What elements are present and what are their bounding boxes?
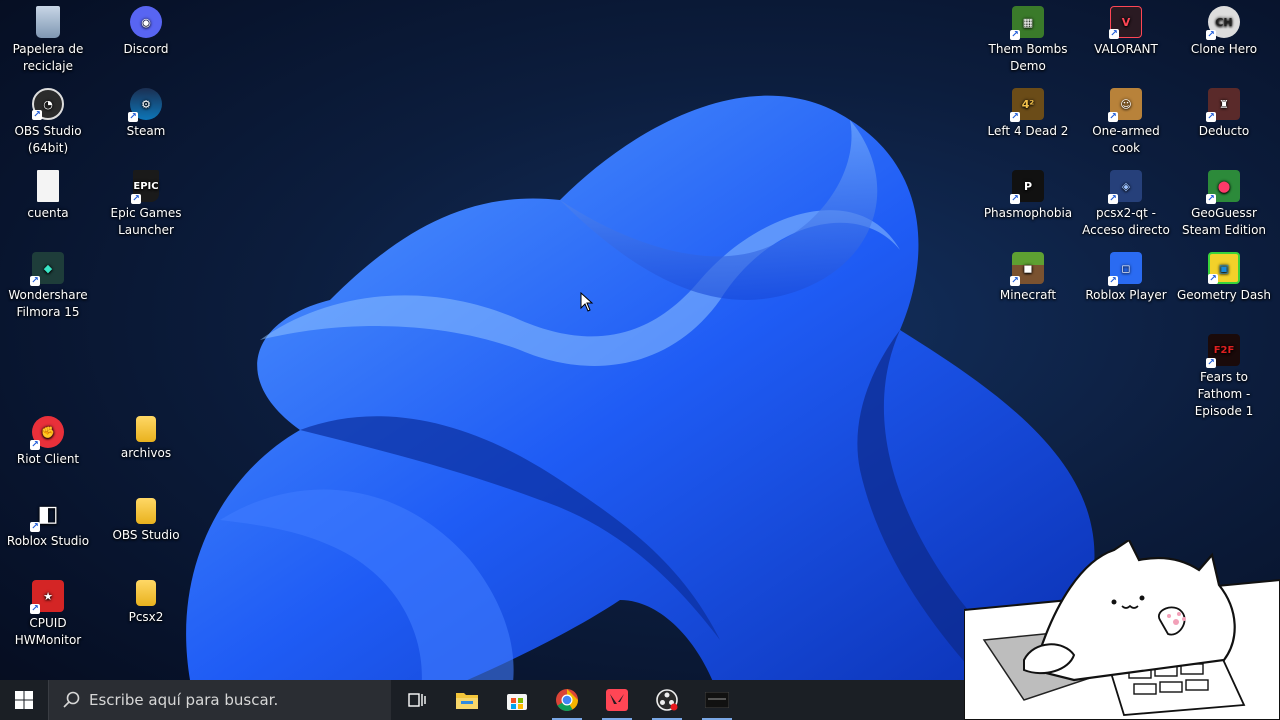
roblox-player-icon: ◻ ↗ [1108,252,1142,286]
desktop-icon-cuenta[interactable]: cuenta [0,166,96,222]
icon-label: Roblox Player [1085,288,1167,302]
valorant-icon [606,689,628,711]
taskbar-valorant[interactable] [592,680,642,720]
text-file-icon [37,170,59,202]
taskbar-file-explorer[interactable] [442,680,492,720]
taskbar-microsoft-store[interactable] [492,680,542,720]
desktop-icon-them-bombs[interactable]: ▦ ↗ Them Bombs Demo [980,2,1076,75]
fears-to-fathom-icon: F2F ↗ [1206,334,1240,368]
icon-label: pcsx2-qt - Acceso directo [1082,206,1170,237]
taskbar-chrome[interactable] [542,680,592,720]
bongo-cat-overlay [964,540,1280,720]
discord-icon: ◉ [130,6,162,38]
folder-icon [136,498,156,524]
icon-label: OBS Studio [112,528,180,542]
mouse-cursor-icon [580,292,594,312]
desktop-icon-riot-client[interactable]: ✊ ↗ Riot Client [0,412,96,468]
icon-label: Discord [123,42,169,56]
desktop-icon-recycle-bin[interactable]: Papelera de reciclaje [0,2,96,75]
desktop-icon-roblox-player[interactable]: ◻ ↗ Roblox Player [1078,248,1174,304]
desktop-icon-geometry-dash[interactable]: ▣ ↗ Geometry Dash [1176,248,1272,304]
desktop-icon-pcsx2[interactable]: ◈ ↗ pcsx2-qt - Acceso directo [1078,166,1174,239]
them-bombs-icon: ▦ ↗ [1010,6,1044,40]
filmora-icon: ◆ ↗ [30,252,64,286]
icon-label: Geometry Dash [1176,288,1272,302]
search-placeholder: Escribe aquí para buscar. [89,691,279,709]
folder-icon [136,416,156,442]
app-window-icon [705,692,729,708]
icon-label: Them Bombs Demo [988,42,1068,73]
desktop-icon-obs-64[interactable]: ◔ ↗ OBS Studio (64bit) [0,84,96,157]
valorant-icon: V ↗ [1109,6,1142,39]
search-icon [63,691,80,708]
desktop-icon-minecraft[interactable]: ◼ ↗ Minecraft [980,248,1076,304]
desktop-icon-deducto[interactable]: ♜ ↗ Deducto [1176,84,1272,140]
taskbar-app-window[interactable] [692,680,742,720]
task-view-button[interactable] [392,680,442,720]
desktop-icon-pcsx2-folder[interactable]: Pcsx2 [98,576,194,626]
desktop-icon-fears-to-fathom[interactable]: F2F ↗ Fears to Fathom - Episode 1 [1176,330,1272,420]
icon-label: VALORANT [1094,42,1158,56]
desktop-icon-discord[interactable]: ◉ Discord [98,2,194,58]
icon-label: Deducto [1198,124,1250,138]
obs-icon [656,689,678,711]
windows-logo-icon [15,691,33,709]
steam-icon: ⚙ ↗ [128,88,162,122]
desktop-icon-geoguessr[interactable]: ⬤ ↗ GeoGuessr Steam Edition [1176,166,1272,239]
clone-hero-icon: CH ↗ [1206,6,1240,40]
icon-label: Roblox Studio [6,534,90,548]
geometry-dash-icon: ▣ ↗ [1208,252,1240,284]
desktop-icon-roblox-studio[interactable]: ◧ ↗ Roblox Studio [0,494,96,550]
riot-client-icon: ✊ ↗ [30,416,64,450]
geoguessr-icon: ⬤ ↗ [1206,170,1240,204]
desktop-icon-archivos[interactable]: archivos [98,412,194,462]
taskbar-search-box[interactable]: Escribe aquí para buscar. [48,680,391,720]
store-icon [507,694,527,710]
icon-label: Pcsx2 [128,610,164,624]
icon-label: CPUID HWMonitor [14,616,82,647]
desktop-icon-steam[interactable]: ⚙ ↗ Steam [98,84,194,140]
desktop-icon-one-armed-cook[interactable]: ☺ ↗ One-armed cook [1078,84,1174,157]
icon-label: Left 4 Dead 2 [987,124,1069,138]
chrome-icon [556,689,578,711]
icon-label: One-armed cook [1092,124,1160,155]
obs-icon: ◔ ↗ [32,88,64,120]
icon-label: cuenta [27,206,69,220]
icon-label: Minecraft [999,288,1057,302]
epic-games-icon: EPIC ↗ [131,170,159,204]
icon-label: Papelera de reciclaje [12,42,84,73]
hwmonitor-icon: ★ ↗ [30,580,64,614]
task-view-icon [408,693,426,707]
taskbar-obs-studio[interactable] [642,680,692,720]
icon-label: Clone Hero [1190,42,1258,56]
left4dead2-icon: 4² ↗ [1010,88,1044,122]
desktop-icon-epic-games[interactable]: EPIC ↗ Epic Games Launcher [98,166,194,239]
icon-label: Steam [126,124,166,138]
desktop-icon-left4dead2[interactable]: 4² ↗ Left 4 Dead 2 [980,84,1076,140]
icon-label: Wondershare Filmora 15 [8,288,88,319]
recycle-bin-icon [36,6,60,38]
icon-label: Epic Games Launcher [110,206,182,237]
icon-label: GeoGuessr Steam Edition [1181,206,1267,237]
desktop-icon-hwmonitor[interactable]: ★ ↗ CPUID HWMonitor [0,576,96,649]
roblox-studio-icon: ◧ ↗ [30,501,59,532]
icon-label: Phasmophobia [983,206,1073,220]
minecraft-icon: ◼ ↗ [1010,252,1044,286]
icon-label: Fears to Fathom - Episode 1 [1194,370,1254,418]
start-button[interactable] [0,680,48,720]
desktop-icon-phasmophobia[interactable]: P ↗ Phasmophobia [980,166,1076,222]
icon-label: OBS Studio (64bit) [14,124,82,155]
phasmophobia-icon: P ↗ [1010,170,1044,204]
desktop-icon-obs-folder[interactable]: OBS Studio [98,494,194,544]
deducto-icon: ♜ ↗ [1206,88,1240,122]
file-explorer-icon [456,693,478,709]
desktop-icon-clone-hero[interactable]: CH ↗ Clone Hero [1176,2,1272,58]
desktop-icon-valorant[interactable]: V ↗ VALORANT [1078,2,1174,58]
one-armed-cook-icon: ☺ ↗ [1108,88,1142,122]
folder-icon [136,580,156,606]
desktop-icon-filmora[interactable]: ◆ ↗ Wondershare Filmora 15 [0,248,96,321]
icon-label: Riot Client [16,452,80,466]
pcsx2-icon: ◈ ↗ [1108,170,1142,204]
icon-label: archivos [120,446,172,460]
